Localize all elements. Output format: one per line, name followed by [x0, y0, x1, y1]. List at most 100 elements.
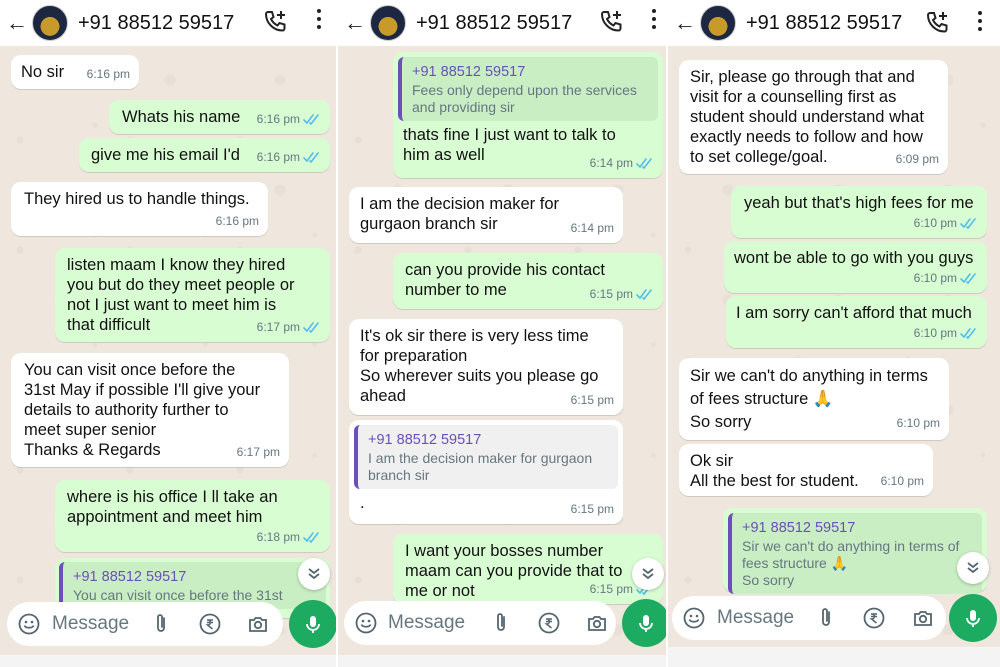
chat-header: ← +91 88512 59517 — [668, 0, 1000, 46]
chat-header: ← +91 88512 59517 — [0, 0, 336, 46]
message-time: 6:15 pm — [570, 393, 614, 407]
bottom-strip — [0, 655, 336, 667]
message-time: 6:16 pm — [257, 109, 321, 129]
read-ticks-icon — [960, 218, 978, 229]
message-bubble[interactable]: I want your bosses number maam can you p… — [393, 534, 663, 604]
message-bubble[interactable]: can you provide his contact number to me… — [393, 253, 663, 309]
read-ticks-icon — [960, 273, 978, 284]
mic-button[interactable] — [289, 600, 336, 648]
mic-button[interactable] — [949, 594, 997, 642]
message-bubble[interactable]: No sir 6:16 pm — [11, 55, 139, 89]
avatar[interactable] — [700, 5, 736, 41]
camera-icon[interactable] — [912, 607, 934, 629]
message-time: 6:15 pm — [570, 502, 614, 516]
mic-icon — [962, 607, 984, 629]
scroll-down-button[interactable] — [298, 558, 330, 590]
message-time: 6:16 pm — [215, 214, 259, 228]
message-bubble[interactable]: wont be able to go with you guys 6:10 pm — [724, 241, 987, 293]
message-input-bar[interactable]: Message — [672, 596, 946, 640]
message-input[interactable]: Message — [388, 612, 465, 634]
contact-name[interactable]: +91 88512 59517 — [78, 12, 234, 35]
message-time: 6:10 pm — [914, 268, 978, 288]
message-bubble[interactable]: listen maam I know they hired you but do… — [55, 248, 330, 342]
message-time: 6:10 pm — [914, 323, 978, 343]
message-bubble[interactable]: yeah but that's high fees for me 6:10 pm — [731, 186, 987, 238]
message-input-bar[interactable]: Message — [344, 601, 616, 645]
message-input[interactable]: Message — [52, 613, 129, 635]
message-bubble[interactable]: +91 88512 59517 Fees only depend upon th… — [393, 52, 663, 178]
message-time: 6:14 pm — [570, 221, 614, 235]
add-call-icon[interactable] — [262, 9, 288, 35]
chat-panel-3: ← +91 88512 59517 Sir, please go through… — [668, 0, 1000, 667]
payment-icon[interactable] — [199, 613, 221, 635]
contact-name[interactable]: +91 88512 59517 — [746, 12, 902, 35]
camera-icon[interactable] — [247, 613, 269, 635]
bottom-strip — [338, 655, 666, 667]
more-options-icon[interactable] — [977, 11, 983, 31]
message-bubble[interactable]: Whats his name 6:16 pm — [109, 100, 330, 134]
read-ticks-icon — [303, 152, 321, 163]
mic-icon — [302, 613, 324, 635]
more-options-icon[interactable] — [316, 9, 322, 29]
chat-header: ← +91 88512 59517 — [338, 0, 666, 46]
message-bubble[interactable]: They hired us to handle things. 6:16 pm — [11, 182, 268, 236]
quote-text: Fees only depend upon the services and p… — [412, 82, 637, 115]
quoted-reply[interactable]: +91 88512 59517 Sir we can't do anything… — [728, 513, 982, 594]
scroll-down-icon — [306, 566, 322, 582]
message-time: 6:14 pm — [590, 153, 654, 173]
quoted-reply[interactable]: +91 88512 59517 I am the decision maker … — [354, 425, 618, 489]
payment-icon[interactable] — [863, 607, 885, 629]
attach-icon[interactable] — [490, 612, 512, 634]
emoji-icon[interactable] — [355, 612, 377, 634]
quoted-reply[interactable]: +91 88512 59517 Fees only depend upon th… — [398, 57, 658, 121]
add-call-icon[interactable] — [598, 9, 624, 35]
quote-author: +91 88512 59517 — [368, 432, 482, 448]
quote-text: I am the decision maker for gurgaon bran… — [368, 450, 593, 483]
message-text: wont be able to go with you guys — [734, 249, 974, 267]
message-time: 6:10 pm — [896, 416, 940, 430]
message-input[interactable]: Message — [717, 607, 794, 629]
avatar[interactable] — [32, 5, 68, 41]
quote-author: +91 88512 59517 — [742, 520, 856, 536]
message-bubble[interactable]: give me his email I'd 6:16 pm — [79, 138, 330, 172]
scroll-down-button[interactable] — [632, 558, 664, 590]
scroll-down-icon — [965, 560, 981, 576]
back-arrow-icon[interactable]: ← — [6, 10, 28, 36]
message-bubble[interactable]: Sir we can't do anything in terms of fee… — [679, 358, 949, 440]
attach-icon[interactable] — [150, 613, 172, 635]
message-time: 6:15 pm — [590, 284, 654, 304]
chat-panel-1: ← +91 88512 59517 No sir 6:16 pm Whats h… — [0, 0, 336, 667]
message-bubble[interactable]: I am sorry can't afford that much 6:10 p… — [726, 296, 987, 348]
message-bubble[interactable]: +91 88512 59517 Sir we can't do anything… — [723, 508, 987, 594]
emoji-icon[interactable] — [683, 607, 705, 629]
message-bubble[interactable]: Ok sir All the best for student. 6:10 pm — [679, 444, 933, 496]
attach-icon[interactable] — [815, 607, 837, 629]
mic-button[interactable] — [622, 599, 666, 647]
message-input-bar[interactable]: Message — [7, 602, 283, 646]
back-arrow-icon[interactable]: ← — [674, 10, 696, 36]
add-call-icon[interactable] — [924, 10, 950, 36]
more-options-icon[interactable] — [651, 9, 657, 29]
read-ticks-icon — [636, 289, 654, 300]
read-ticks-icon — [303, 114, 321, 125]
scroll-down-button[interactable] — [957, 552, 989, 584]
message-text: They hired us to handle things. — [24, 190, 250, 208]
camera-icon[interactable] — [586, 612, 608, 634]
message-bubble[interactable]: Sir, please go through that and visit fo… — [679, 60, 948, 174]
contact-name[interactable]: +91 88512 59517 — [416, 12, 572, 35]
message-bubble[interactable]: It's ok sir there is very less time for … — [349, 319, 623, 415]
back-arrow-icon[interactable]: ← — [344, 10, 366, 36]
payment-icon[interactable] — [538, 612, 560, 634]
message-time: 6:17 pm — [236, 445, 280, 459]
message-bubble[interactable]: where is his office I ll take an appoint… — [55, 480, 330, 552]
read-ticks-icon — [303, 532, 321, 543]
message-bubble[interactable]: You can visit once before the 31st May i… — [11, 353, 289, 467]
quote-author: +91 88512 59517 — [73, 569, 187, 585]
message-time: 6:10 pm — [880, 474, 924, 488]
quote-text: Sir we can't do anything in terms of fee… — [742, 538, 960, 588]
avatar[interactable] — [370, 5, 406, 41]
scroll-down-icon — [640, 566, 656, 582]
message-bubble[interactable]: I am the decision maker for gurgaon bran… — [349, 187, 623, 243]
emoji-icon[interactable] — [18, 613, 40, 635]
message-bubble[interactable]: +91 88512 59517 I am the decision maker … — [349, 420, 623, 524]
